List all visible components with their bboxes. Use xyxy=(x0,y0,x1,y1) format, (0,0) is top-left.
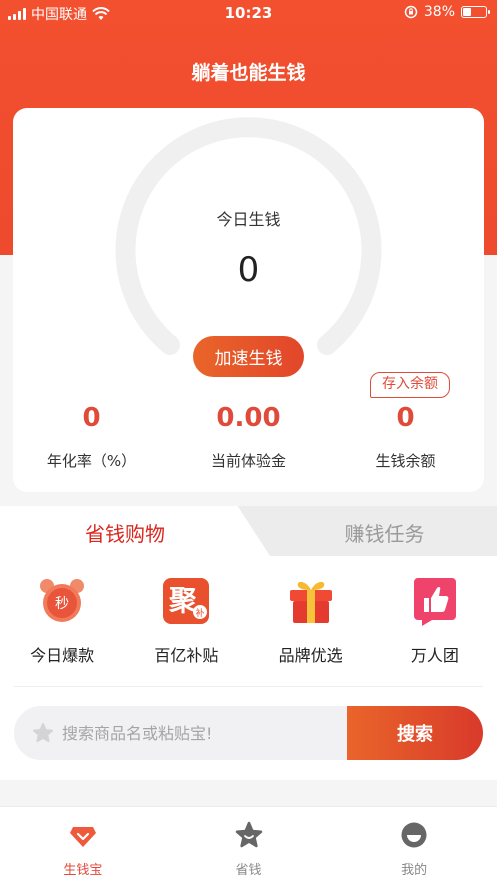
earnings-card: 今日生钱 0 加速生钱 存入余额 0 年化率（%） 0.00 当前体验金 0 生… xyxy=(13,108,484,492)
stat-trial-fund: 0.00 当前体验金 xyxy=(170,398,327,471)
tabbar-item-save[interactable]: 省钱 xyxy=(166,807,332,883)
tabbar-label: 我的 xyxy=(401,863,428,878)
page-title: 躺着也能生钱 xyxy=(191,62,306,84)
tabbar-label: 生钱宝 xyxy=(63,863,103,878)
battery-fill xyxy=(463,8,471,16)
svg-text:补: 补 xyxy=(196,607,205,619)
stat-label: 当前体验金 xyxy=(210,452,286,470)
thumbs-up-icon xyxy=(413,578,456,626)
svg-text:秒: 秒 xyxy=(55,596,69,612)
divider xyxy=(14,686,483,687)
stat-value: 0 xyxy=(82,403,101,433)
shop-category-grid: 秒 今日爆款 聚 补 百亿补贴 品牌优选 万人团 xyxy=(0,576,497,666)
shop-item-brand-select[interactable]: 品牌优选 xyxy=(249,576,373,666)
battery-icon xyxy=(461,6,490,18)
bottom-tab-bar: 生钱宝 省钱 我的 xyxy=(0,806,497,883)
stat-label: 年化率（%） xyxy=(46,452,137,470)
deposit-balance-tag[interactable]: 存入余额 xyxy=(370,372,450,398)
gem-icon xyxy=(69,827,96,847)
stat-balance: 0 生钱余额 xyxy=(327,398,484,471)
shop-item-label: 万人团 xyxy=(410,646,459,665)
status-right: 38% xyxy=(404,4,490,20)
star-icon xyxy=(33,723,53,743)
shop-item-hot-today[interactable]: 秒 今日爆款 xyxy=(0,576,124,666)
ju-subsidy-icon: 聚 补 xyxy=(163,578,210,624)
tabbar-item-money-treasure[interactable]: 生钱宝 xyxy=(0,807,166,883)
speed-up-button[interactable]: 加速生钱 xyxy=(193,336,304,377)
tab-earn-tasks-label[interactable]: 赚钱任务 xyxy=(272,518,497,547)
star-icon xyxy=(235,821,262,848)
alarm-clock-icon: 秒 xyxy=(40,579,85,622)
shopping-panel: 秒 今日爆款 聚 补 百亿补贴 品牌优选 万人团 搜索商品名或粘贴宝! 搜索 xyxy=(0,556,497,780)
bottom-separator xyxy=(0,780,497,806)
shop-item-label: 品牌优选 xyxy=(278,646,343,665)
search-button[interactable]: 搜索 xyxy=(347,706,483,760)
tab-save-shopping-label[interactable]: 省钱购物 xyxy=(0,518,250,547)
battery-percent: 38% xyxy=(423,4,455,20)
tabbar-item-mine[interactable]: 我的 xyxy=(331,807,497,883)
search-input[interactable] xyxy=(62,706,342,760)
shop-item-group-buy[interactable]: 万人团 xyxy=(373,576,497,666)
gauge-label: 今日生钱 xyxy=(216,210,281,229)
shop-item-label: 百亿补贴 xyxy=(154,646,219,665)
shop-item-label: 今日爆款 xyxy=(30,646,95,665)
section-tabs: 省钱购物 赚钱任务 xyxy=(0,506,497,556)
status-bar: 中国联通 10:23 38% xyxy=(0,0,497,26)
stat-label: 生钱余额 xyxy=(375,452,436,470)
tabbar-label: 省钱 xyxy=(235,863,262,878)
orientation-lock-icon xyxy=(404,5,418,19)
gift-box-icon xyxy=(289,581,332,623)
stat-value: 0 xyxy=(396,403,415,433)
shop-item-subsidy[interactable]: 聚 补 百亿补贴 xyxy=(124,576,248,666)
stats-row: 0 年化率（%） 0.00 当前体验金 0 生钱余额 xyxy=(13,398,484,471)
earnings-gauge xyxy=(115,117,382,355)
search-bar: 搜索 xyxy=(14,706,483,760)
profile-icon xyxy=(401,822,427,848)
gauge-value: 0 xyxy=(237,250,260,290)
stat-value: 0.00 xyxy=(216,403,281,433)
stat-annual-rate: 0 年化率（%） xyxy=(13,398,170,471)
